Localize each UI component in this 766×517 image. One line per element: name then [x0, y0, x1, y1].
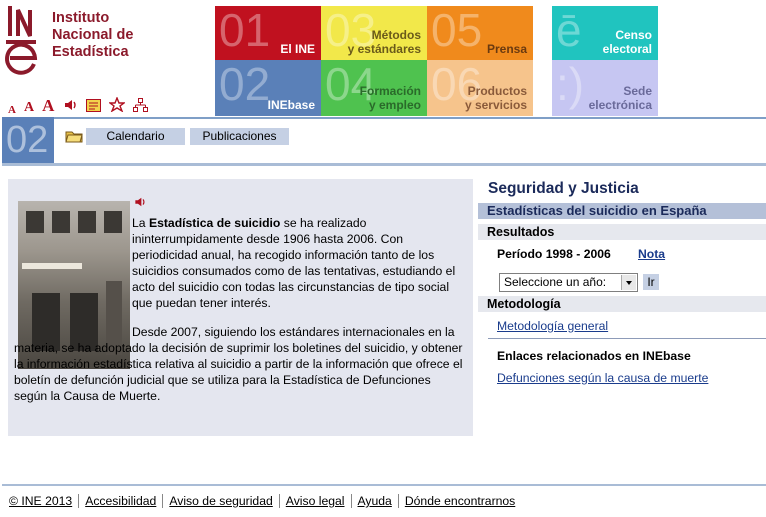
period-label: Período 1998 - 2006 — [497, 247, 611, 261]
chevron-down-icon — [621, 275, 636, 290]
logo-line-3: Estadística — [52, 44, 129, 60]
tile-prensa[interactable]: 05 Prensa — [427, 6, 533, 60]
related-link-defunciones[interactable]: Defunciones según la causa de muerte — [497, 371, 708, 385]
tile-number: 02 — [219, 60, 271, 110]
go-button[interactable]: Ir — [643, 274, 659, 290]
year-select[interactable]: Seleccione un año: — [499, 273, 638, 292]
logo-line-1: Instituto — [52, 10, 110, 26]
divider — [2, 163, 766, 166]
section-title: Seguridad y Justicia — [488, 180, 639, 197]
tile-number: :) — [556, 60, 585, 110]
related-links-label: Enlaces relacionados en INEbase — [497, 349, 691, 363]
ine-logo-mark — [5, 6, 38, 75]
footer-link-copyright[interactable]: © INE 2013 — [9, 494, 78, 508]
intro-paragraph: La Estadística de suicidio se ha realiza… — [132, 216, 456, 310]
tile-label: Métodos y estándares — [347, 28, 421, 56]
tile-label: Sede electrónica — [588, 84, 652, 112]
sub-navigation: 02 Calendario Publicaciones — [0, 117, 766, 166]
ine-logo-text: Instituto Nacional de Estadística — [52, 10, 133, 61]
tile-censo-electoral[interactable]: ē Censo electoral — [552, 6, 658, 60]
statistics-heading: Estadísticas del suicidio en España — [478, 203, 766, 219]
calendario-button[interactable]: Calendario — [86, 128, 185, 145]
year-select-value: Seleccione un año: — [504, 275, 607, 289]
tile-label: INEbase — [267, 98, 315, 112]
footer-link-ayuda[interactable]: Ayuda — [350, 494, 398, 508]
footer-links: © INE 2013 Accesibilidad Aviso de seguri… — [9, 494, 521, 508]
footer-link-donde-encontrarnos[interactable]: Dónde encontrarnos — [397, 494, 521, 508]
ine-logo[interactable]: Instituto Nacional de Estadística — [4, 6, 164, 76]
main-content: La Estadística de suicidio se ha realiza… — [8, 179, 473, 436]
text-large-icon[interactable]: A — [42, 96, 54, 116]
publicaciones-button[interactable]: Publicaciones — [190, 128, 289, 145]
accessibility-toolbar: A A A — [8, 96, 149, 116]
tile-number: 05 — [431, 6, 483, 56]
tile-number: 01 — [219, 6, 271, 56]
tile-formacion[interactable]: 04 Formación y empleo — [321, 60, 427, 116]
tile-inebase[interactable]: 02 INEbase — [215, 60, 321, 116]
tile-sede-electronica[interactable]: :) Sede electrónica — [552, 60, 658, 116]
newspaper-icon[interactable] — [86, 99, 102, 116]
tile-label: Prensa — [486, 42, 527, 56]
speaker-icon[interactable] — [64, 98, 78, 116]
tile-metodos[interactable]: 03 Métodos y estándares — [321, 6, 427, 60]
tile-label: Productos y servicios — [464, 84, 527, 112]
methodology-link[interactable]: Metodología general — [497, 319, 608, 333]
tile-el-ine[interactable]: 01 El INE — [215, 6, 321, 60]
nota-link[interactable]: Nota — [638, 247, 665, 261]
text-small-icon[interactable]: A — [8, 104, 16, 116]
tile-productos[interactable]: 06 Productos y servicios — [427, 60, 533, 116]
divider — [2, 484, 766, 486]
tile-label: El INE — [280, 42, 315, 56]
section-tag: 02 — [2, 117, 54, 163]
divider — [2, 117, 766, 119]
tile-number: ē — [556, 6, 582, 56]
sitemap-icon[interactable] — [133, 98, 149, 116]
second-paragraph: Desde 2007, siguiendo los estándares int… — [14, 325, 463, 403]
text-medium-icon[interactable]: A — [24, 100, 34, 116]
tile-label: Formación y empleo — [359, 84, 421, 112]
bold-title: Estadística de suicidio — [148, 216, 281, 230]
star-icon[interactable] — [108, 96, 127, 116]
footer-link-accesibilidad[interactable]: Accesibilidad — [78, 494, 162, 508]
footer-link-aviso-seguridad[interactable]: Aviso de seguridad — [162, 494, 278, 508]
speaker-icon[interactable] — [134, 196, 147, 211]
logo-line-2: Nacional de — [52, 27, 134, 43]
footer-link-aviso-legal[interactable]: Aviso legal — [278, 494, 351, 508]
tile-label: Censo electoral — [602, 28, 652, 56]
methodology-label: Metodología — [478, 296, 766, 312]
folder-icon — [65, 128, 83, 146]
divider — [488, 338, 766, 339]
results-label: Resultados — [478, 224, 766, 240]
